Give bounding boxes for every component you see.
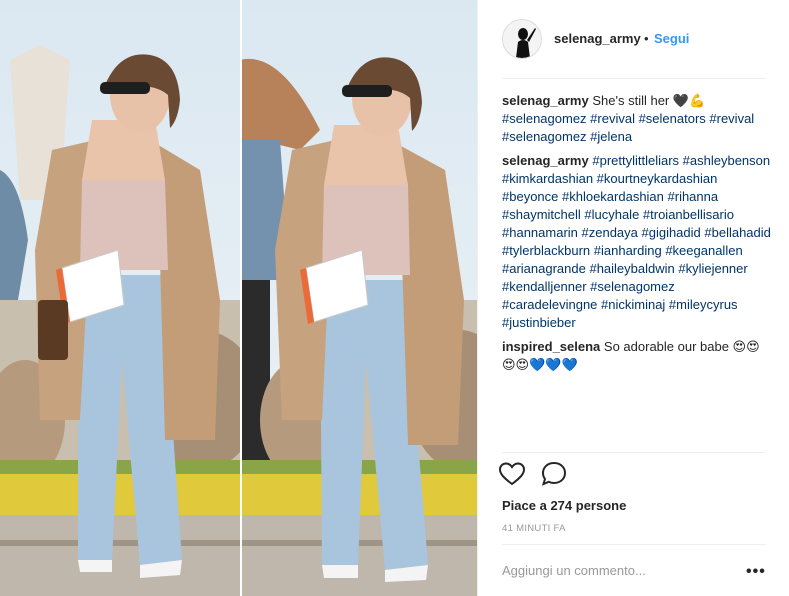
comment-reply: inspired_selena So adorable our babe 😍😍 … [502, 338, 772, 374]
comment-username[interactable]: inspired_selena [502, 339, 600, 354]
follow-button[interactable]: Segui [654, 31, 689, 46]
comment-hashtags[interactable]: #selenagomez #revival #selenators #reviv… [502, 111, 754, 144]
comment-hashtags[interactable]: #prettylittleliars #ashleybenson #kimkar… [502, 153, 771, 330]
comments-list: selenag_army She's still her 🖤💪 #selenag… [502, 92, 772, 378]
photo-scene-left [0, 0, 240, 596]
post-header: selenag_army • Segui [478, 0, 789, 78]
likes-prefix: Piace a [502, 498, 551, 513]
comment-text: She's still her 🖤💪 [592, 93, 706, 108]
speech-bubble-icon[interactable] [540, 460, 568, 488]
heart-outline-icon[interactable] [498, 460, 526, 488]
avatar[interactable] [502, 19, 542, 59]
comment-divider [502, 544, 766, 545]
photo-scene-right [242, 0, 477, 596]
photo-panel-right [242, 0, 477, 596]
header-dot: • [644, 31, 649, 46]
avatar-silhouette-icon [503, 20, 541, 58]
add-comment-input[interactable]: Aggiungi un commento... [502, 563, 646, 578]
post-timestamp: 41 MINUTI FA [502, 523, 566, 534]
photo-panel-left [0, 0, 240, 596]
post-username[interactable]: selenag_army [554, 31, 641, 46]
comment-username[interactable]: selenag_army [502, 93, 589, 108]
post-sidebar: selenag_army • Segui selenag_army She's … [477, 0, 789, 596]
comment-username[interactable]: selenag_army [502, 153, 589, 168]
instagram-post-modal: selenag_army • Segui selenag_army She's … [0, 0, 789, 596]
likes-number: 274 [550, 498, 573, 513]
ellipsis-icon[interactable]: ••• [746, 563, 766, 581]
header-divider [502, 78, 766, 79]
likes-count[interactable]: Piace a 274 persone [502, 498, 626, 513]
comment-hashtags-list: selenag_army #prettylittleliars #ashleyb… [502, 152, 772, 332]
post-photo[interactable] [0, 0, 477, 596]
actions-divider [502, 452, 766, 453]
comment-caption: selenag_army She's still her 🖤💪 #selenag… [502, 92, 772, 146]
likes-suffix: persone [572, 498, 627, 513]
